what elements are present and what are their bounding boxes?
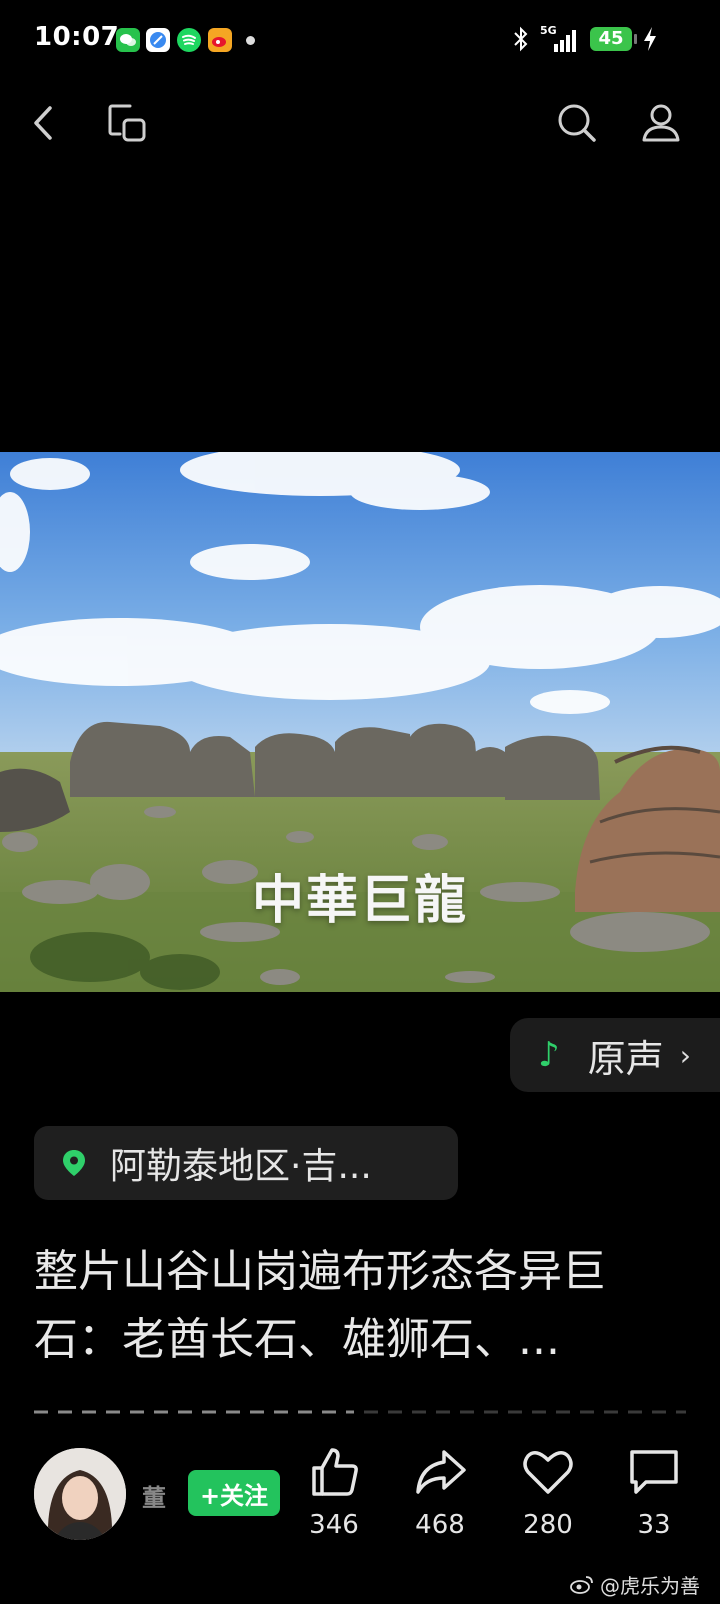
comment-count: 33 — [637, 1510, 671, 1540]
follow-button[interactable]: +关注 — [188, 1470, 280, 1516]
share-arrow-icon — [416, 1450, 466, 1494]
charging-icon — [644, 27, 656, 51]
avatar-image — [34, 1448, 126, 1540]
search-button[interactable] — [554, 100, 600, 146]
share-count: 468 — [415, 1510, 465, 1540]
post-description[interactable]: 整片山谷山岗遍布形态各异巨 石：老酋长石、雄狮石、... — [34, 1238, 694, 1374]
like-button[interactable]: 346 — [294, 1444, 374, 1540]
favorite-button[interactable]: 280 — [508, 1444, 588, 1540]
location-pin-icon — [63, 1150, 85, 1176]
heart-icon — [523, 1451, 573, 1494]
signal-icon: 5G — [540, 24, 580, 52]
back-button[interactable] — [22, 100, 68, 146]
weibo-icon — [208, 28, 232, 52]
author-name[interactable]: 董 — [142, 1478, 166, 1513]
share-button[interactable]: 468 — [400, 1444, 480, 1540]
description-line-2: 石：老酋长石、雄狮石、... — [34, 1314, 560, 1365]
dot-icon — [246, 36, 255, 45]
like-count: 346 — [309, 1510, 359, 1540]
wechat-icon — [116, 28, 140, 52]
original-sound-button[interactable]: ♪ 原声 › — [510, 1018, 720, 1092]
watermark-text: @虎乐为善 — [600, 1574, 700, 1598]
bluetooth-icon — [514, 26, 528, 52]
comment-bubble-icon — [630, 1450, 678, 1494]
weibo-logo-icon — [570, 1575, 593, 1594]
comment-button[interactable]: 33 — [614, 1444, 694, 1540]
video-progress-bar[interactable] — [34, 1410, 686, 1414]
network-type: 5G — [540, 24, 557, 37]
description-line-1: 整片山谷山岗遍布形态各异巨 — [34, 1246, 606, 1297]
music-note-icon: ♪ — [538, 1035, 560, 1075]
profile-icon — [642, 104, 680, 142]
search-icon — [558, 104, 596, 142]
thumbs-up-icon — [312, 1448, 358, 1496]
browser-icon — [146, 28, 170, 52]
battery-indicator: 45 — [590, 27, 637, 51]
sound-label: 原声 — [587, 1036, 664, 1081]
back-icon — [34, 106, 52, 140]
location-label: 阿勒泰地区·吉... — [110, 1146, 372, 1187]
window-switch-button[interactable] — [104, 100, 150, 146]
window-switch-icon — [108, 104, 146, 142]
chevron-right-icon: › — [679, 1038, 691, 1072]
status-right: 5G 45 — [512, 24, 658, 52]
favorite-count: 280 — [523, 1510, 573, 1540]
location-chip[interactable]: 阿勒泰地区·吉... — [34, 1126, 458, 1200]
spotify-icon — [177, 28, 201, 52]
watermark: @虎乐为善 — [570, 1570, 700, 1599]
video-caption: 中華巨龍 — [251, 871, 468, 931]
profile-button[interactable] — [638, 100, 684, 146]
status-time: 10:07 — [34, 22, 120, 52]
author-avatar[interactable] — [34, 1448, 126, 1540]
